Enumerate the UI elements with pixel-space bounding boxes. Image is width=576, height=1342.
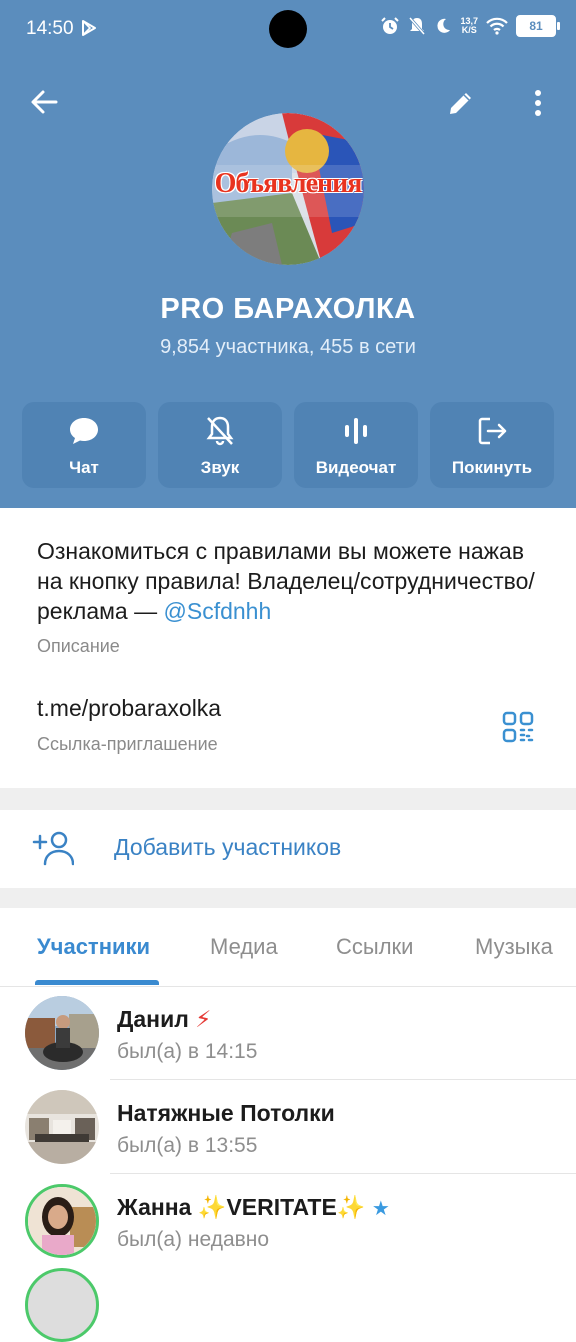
invite-link-caption: Ссылка-приглашение (37, 734, 218, 754)
profile-tabs: Участники Медиа Ссылки Музыка (0, 908, 576, 987)
member-last-seen: был(а) в 13:55 (117, 1134, 258, 1157)
qr-code-icon[interactable] (501, 710, 535, 749)
tab-links[interactable]: Ссылки (336, 934, 413, 960)
member-last-seen: был(а) в 14:15 (117, 1040, 258, 1063)
member-last-seen: был(а) недавно (117, 1228, 270, 1251)
status-time: 14:50 (26, 18, 74, 39)
leave-icon (430, 414, 554, 448)
active-tab-indicator (35, 980, 159, 985)
avatar (25, 1268, 99, 1342)
voice-bars-icon (294, 414, 418, 448)
avatar (25, 1184, 99, 1258)
status-bar: 14:50 13,7 K/S 81 (0, 0, 576, 60)
wifi-icon (486, 17, 508, 35)
add-user-icon (32, 830, 75, 871)
avatar-lettering: Объявления (214, 168, 363, 199)
tab-media[interactable]: Медиа (210, 934, 278, 960)
section-divider (0, 888, 576, 908)
more-vertical-icon[interactable] (532, 88, 544, 123)
list-item[interactable] (0, 1268, 576, 1342)
sound-button[interactable]: Звук (158, 402, 282, 488)
member-name: Жанна ✨VERITATE✨ ★ (117, 1194, 390, 1220)
action-buttons: Чат Звук Видеочат Покинуть (22, 402, 554, 488)
bell-off-icon (158, 414, 282, 448)
avatar (25, 1090, 99, 1164)
group-member-count: 9,854 участника, 455 в сети (160, 336, 416, 358)
section-divider (0, 788, 576, 810)
leave-button-label: Покинуть (451, 458, 533, 477)
back-arrow-icon[interactable] (28, 86, 60, 123)
leave-button[interactable]: Покинуть (430, 402, 554, 488)
tab-music[interactable]: Музыка (475, 934, 553, 960)
member-name: Натяжные Потолки (117, 1100, 335, 1126)
play-store-icon (80, 19, 98, 43)
premium-star-icon: ★ (371, 1198, 390, 1220)
chat-button-label: Чат (69, 458, 99, 477)
member-name: Данил ⚡ (117, 1006, 212, 1032)
chat-button[interactable]: Чат (22, 402, 146, 488)
videochat-button[interactable]: Видеочат (294, 402, 418, 488)
avatar (25, 996, 99, 1070)
tab-members[interactable]: Участники (37, 934, 150, 960)
camera-cutout (269, 10, 307, 48)
group-description: Ознакомиться с правилами вы можете нажав… (37, 538, 535, 624)
moon-icon (434, 17, 452, 35)
list-item[interactable]: Натяжные Потолки был(а) в 13:55 (0, 1080, 576, 1174)
bell-off-status-icon (408, 16, 426, 36)
chat-bubble-icon (22, 414, 146, 448)
group-title: PRO БАРАХОЛКА (160, 293, 416, 325)
sound-button-label: Звук (200, 458, 240, 477)
group-header: 14:50 13,7 K/S 81 Объявления PRO БАРАХОЛ… (0, 0, 576, 508)
group-avatar[interactable]: Объявления (212, 113, 364, 265)
add-members-row[interactable]: Добавить участников (0, 810, 576, 888)
owner-mention-link[interactable]: @Scfdnhh (164, 598, 272, 624)
edit-pencil-icon[interactable] (446, 88, 476, 123)
lightning-badge-icon: ⚡ (195, 1006, 212, 1032)
network-speed: 13,7 K/S (460, 16, 478, 35)
list-item[interactable]: Жанна ✨VERITATE✨ ★ был(а) недавно (0, 1174, 576, 1268)
description-caption: Описание (37, 636, 120, 656)
add-members-label: Добавить участников (114, 834, 342, 860)
alarm-icon (380, 16, 400, 36)
list-item[interactable]: Данил ⚡ был(а) в 14:15 (0, 986, 576, 1080)
videochat-button-label: Видеочат (315, 458, 397, 477)
invite-link[interactable]: t.me/probaraxolka (37, 695, 221, 722)
battery-indicator: 81 (516, 15, 560, 37)
